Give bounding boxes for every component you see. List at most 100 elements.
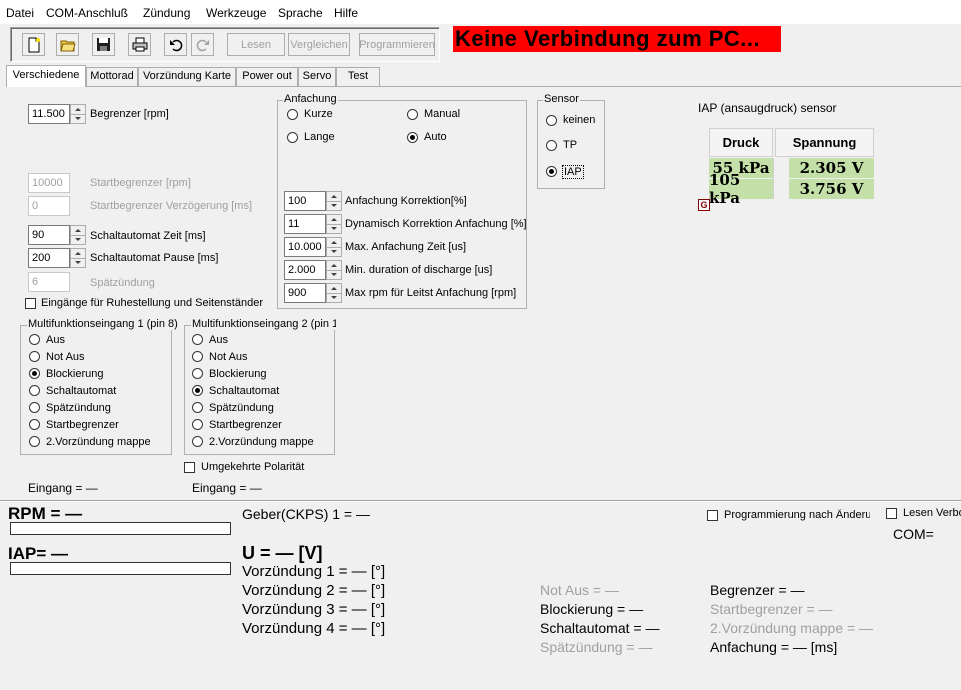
- eingaenge-checkbox[interactable]: [25, 298, 36, 309]
- vorzuendung-4-readout: Vorzündung 4 = — [°]: [242, 620, 386, 637]
- max-rpm-anfachung-spinner[interactable]: [326, 283, 342, 303]
- open-folder-button[interactable]: [56, 33, 79, 56]
- spaetzuendung-input[interactable]: 6: [28, 272, 70, 292]
- programmierung-nach-aenderung-checkbox[interactable]: [707, 510, 718, 521]
- multi1-radio-schaltautomat[interactable]: [29, 385, 40, 396]
- min-discharge-spinner[interactable]: [326, 260, 342, 280]
- save-button[interactable]: [92, 33, 115, 56]
- multi1-label-not-aus: Not Aus: [46, 351, 85, 363]
- schaltautomat-pause-spinner[interactable]: [70, 248, 86, 268]
- vergleichen-button[interactable]: Vergleichen: [288, 33, 350, 56]
- min-discharge-input[interactable]: 2.000: [284, 260, 326, 280]
- menu-datei[interactable]: Datei: [6, 6, 34, 20]
- multi1-label-schaltautomat: Schaltautomat: [46, 385, 117, 397]
- schaltautomat-zeit-spinner[interactable]: [70, 225, 86, 245]
- floppy-disk-icon: [97, 38, 110, 51]
- menu-zuendung[interactable]: Zündung: [143, 6, 190, 20]
- vorzuendung-1-readout: Vorzündung 1 = — [°]: [242, 563, 386, 580]
- sensor-radio-iap[interactable]: [546, 166, 557, 177]
- max-anfachung-zeit-input[interactable]: 10.000: [284, 237, 326, 257]
- anfachung-radio-manual[interactable]: [407, 109, 418, 120]
- tab-vorzuendung-karte[interactable]: Vorzündung Karte: [138, 67, 236, 86]
- menu-sprache[interactable]: Sprache: [278, 6, 323, 20]
- multi1-label-startbegrenzer: Startbegrenzer: [46, 419, 119, 431]
- umgekehrte-polaritaet-checkbox[interactable]: [184, 462, 195, 473]
- dynamisch-korrektion-input[interactable]: 11: [284, 214, 326, 234]
- eingang-1-readout: Eingang = —: [28, 481, 98, 495]
- iap-row2-spannung[interactable]: 3.756 V: [789, 179, 874, 199]
- begrenzer-input[interactable]: 11.500: [28, 104, 70, 124]
- iap-g-button[interactable]: G: [698, 199, 710, 211]
- lesen-verbo-checkbox[interactable]: [886, 508, 897, 519]
- schaltautomat-readout: Schaltautomat = —: [540, 620, 660, 636]
- startbegrenzer-input[interactable]: 10000: [28, 173, 70, 193]
- anfachung-radio-lange[interactable]: [287, 132, 298, 143]
- iap-header-druck: Druck: [709, 128, 773, 157]
- tab-verschiedene[interactable]: Verschiedene: [6, 65, 86, 87]
- multi2-radio-vorzuendung-mappe[interactable]: [192, 436, 203, 447]
- lesen-button[interactable]: Lesen: [227, 33, 285, 56]
- multi2-radio-not-aus[interactable]: [192, 351, 203, 362]
- begrenzer-spinner[interactable]: [70, 104, 86, 124]
- anfachung-radio-kurze[interactable]: [287, 109, 298, 120]
- iap-header-spannung: Spannung: [775, 128, 874, 157]
- tab-servo[interactable]: Servo: [298, 67, 336, 86]
- dynamisch-korrektion-label: Dynamisch Korrektion Anfachung [%]: [345, 218, 527, 230]
- print-button[interactable]: [128, 33, 151, 56]
- multi2-label-aus: Aus: [209, 334, 228, 346]
- max-anfachung-zeit-spinner[interactable]: [326, 237, 342, 257]
- programmieren-button[interactable]: Programmieren: [359, 33, 435, 56]
- multi1-radio-aus[interactable]: [29, 334, 40, 345]
- tab-test[interactable]: Test: [336, 67, 380, 86]
- new-file-button[interactable]: [22, 33, 45, 56]
- spaetzuendung-readout: Spätzündung = —: [540, 639, 653, 655]
- startbegrenzer-delay-input[interactable]: 0: [28, 196, 70, 216]
- sensor-radio-tp[interactable]: [546, 140, 557, 151]
- multi2-label-not-aus: Not Aus: [209, 351, 248, 363]
- multi1-radio-spaetzuendung[interactable]: [29, 402, 40, 413]
- open-folder-icon: [59, 40, 76, 51]
- schaltautomat-pause-input[interactable]: 200: [28, 248, 70, 268]
- multi1-label-vorzuendung-mappe: 2.Vorzündung mappe: [46, 436, 151, 448]
- iap-row2-druck[interactable]: 105 kPa: [709, 171, 773, 207]
- schaltautomat-pause-label: Schaltautomat Pause [ms]: [90, 252, 219, 264]
- tab-mottorad[interactable]: Mottorad: [86, 67, 138, 86]
- iap-row1-spannung[interactable]: 2.305 V: [789, 158, 874, 178]
- multi2-radio-schaltautomat[interactable]: [192, 385, 203, 396]
- toolbar: Lesen Vergleichen Programmieren: [10, 27, 440, 62]
- rpm-readout: RPM = —: [8, 504, 83, 523]
- menu-com-anschluss[interactable]: COM-Anschluß: [46, 6, 128, 20]
- com-readout: COM=: [893, 526, 934, 542]
- undo-button[interactable]: [164, 33, 187, 56]
- max-rpm-anfachung-input[interactable]: 900: [284, 283, 326, 303]
- multi-input-1-title: Multifunktionseingang 1 (pin 8): [27, 318, 179, 330]
- redo-button[interactable]: [191, 33, 214, 56]
- schaltautomat-zeit-input[interactable]: 90: [28, 225, 70, 245]
- anfachung-korrektion-input[interactable]: 100: [284, 191, 326, 211]
- sensor-title: Sensor: [543, 93, 580, 105]
- multi1-radio-not-aus[interactable]: [29, 351, 40, 362]
- multi1-radio-blockierung[interactable]: [29, 368, 40, 379]
- redo-icon: [196, 39, 209, 51]
- max-rpm-anfachung-label: Max rpm für Leitst Anfachung [rpm]: [345, 287, 517, 299]
- multi2-radio-blockierung[interactable]: [192, 368, 203, 379]
- begrenzer-readout: Begrenzer = —: [710, 582, 805, 598]
- dynamisch-korrektion-spinner[interactable]: [326, 214, 342, 234]
- multi2-radio-startbegrenzer[interactable]: [192, 419, 203, 430]
- menu-werkzeuge[interactable]: Werkzeuge: [206, 6, 266, 20]
- anfachung-korrektion-label: Anfachung Korrektion[%]: [345, 195, 467, 207]
- multi2-radio-spaetzuendung[interactable]: [192, 402, 203, 413]
- multi1-radio-startbegrenzer[interactable]: [29, 419, 40, 430]
- blockierung-readout: Blockierung = —: [540, 601, 644, 617]
- schaltautomat-zeit-label: Schaltautomat Zeit [ms]: [90, 230, 206, 242]
- multi2-label-spaetzuendung: Spätzündung: [209, 402, 274, 414]
- menu-hilfe[interactable]: Hilfe: [334, 6, 358, 20]
- sensor-radio-keinen[interactable]: [546, 115, 557, 126]
- multi2-radio-aus[interactable]: [192, 334, 203, 345]
- multi1-radio-vorzuendung-mappe[interactable]: [29, 436, 40, 447]
- multi2-label-startbegrenzer: Startbegrenzer: [209, 419, 282, 431]
- anfachung-radio-auto[interactable]: [407, 132, 418, 143]
- tab-power-out[interactable]: Power out: [236, 67, 298, 86]
- anfachung-korrektion-spinner[interactable]: [326, 191, 342, 211]
- iap-progress-bar: [10, 562, 231, 575]
